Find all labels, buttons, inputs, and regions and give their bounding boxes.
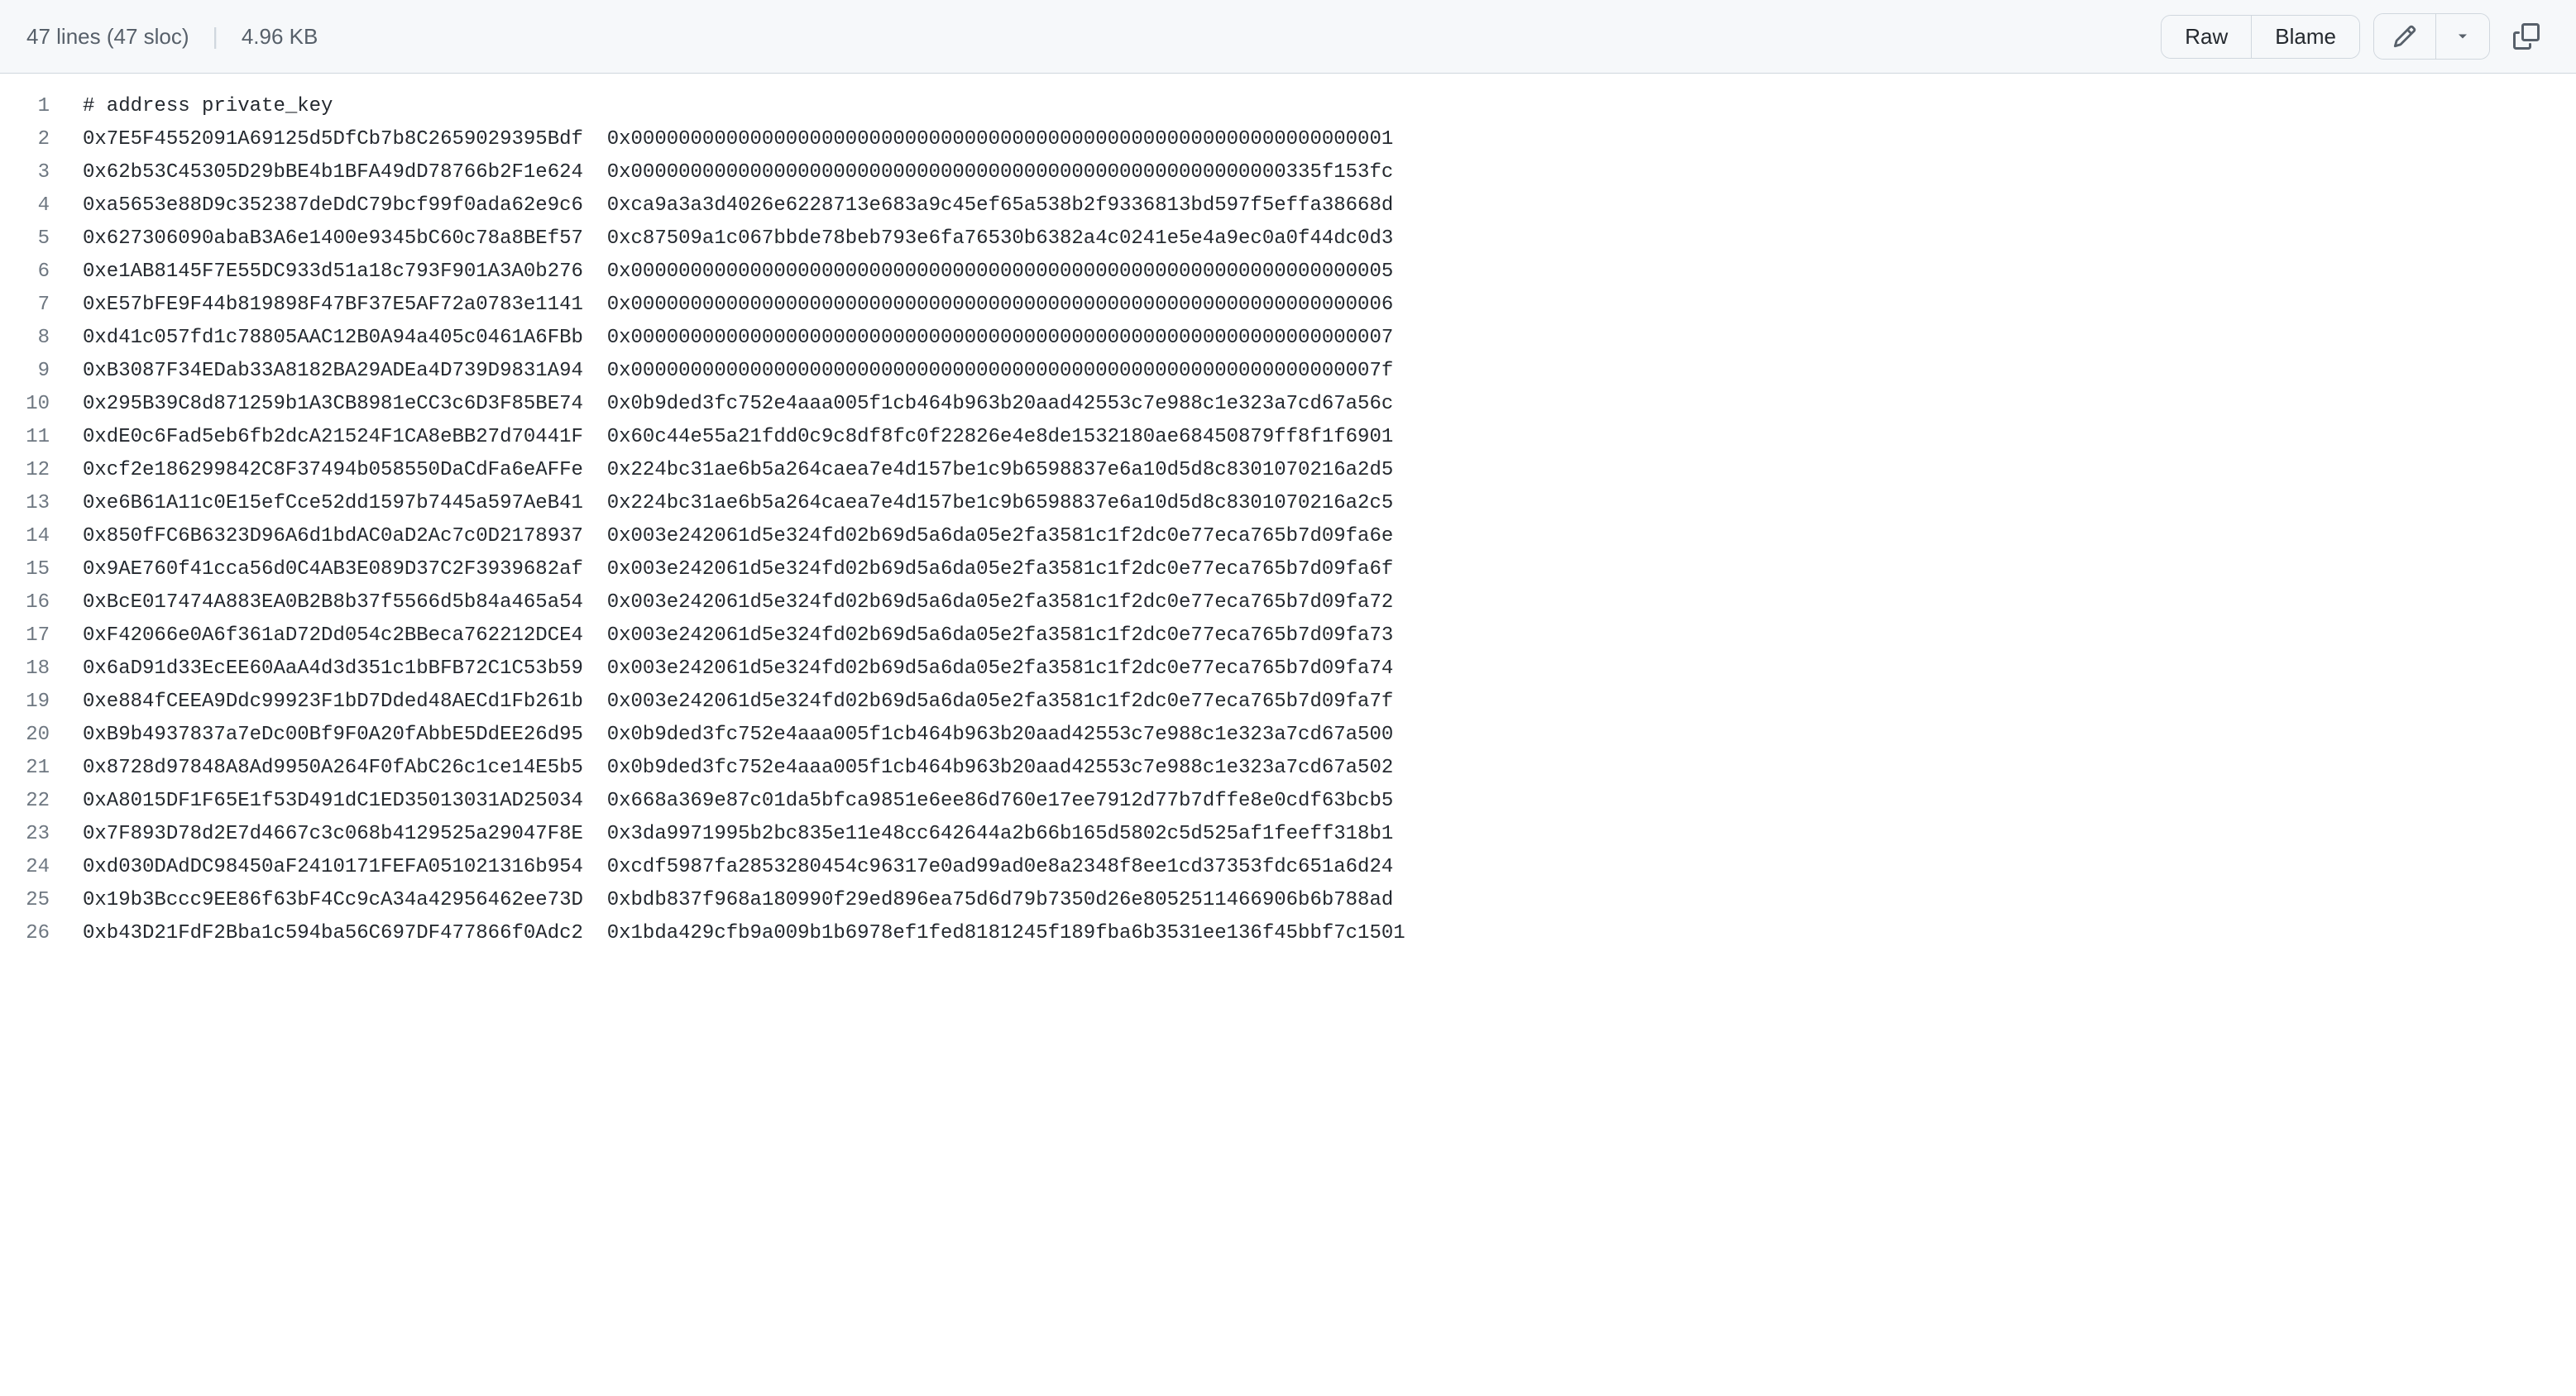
code-line: 0xd41c057fd1c78805AAC12B0A94a405c0461A6F… [83,322,2576,355]
code-line: 0x8728d97848A8Ad9950A264F0fAbC26c1ce14E5… [83,752,2576,785]
code-line: 0xe884fCEEA9Ddc99923F1bD7Dded48AECd1Fb26… [83,686,2576,719]
line-number[interactable]: 24 [0,851,66,884]
line-number[interactable]: 1 [0,90,66,123]
code-line: 0x7F893D78d2E7d4667c3c068b4129525a29047F… [83,818,2576,851]
lines-count: 47 lines (47 sloc) [26,24,189,50]
line-number[interactable]: 4 [0,189,66,222]
line-number[interactable]: 3 [0,156,66,189]
code-line: 0xBcE017474A883EA0B2B8b37f5566d5b84a465a… [83,586,2576,619]
copy-button[interactable] [2503,17,2550,56]
info-separator: | [213,23,218,50]
line-numbers-gutter: 1234567891011121314151617181920212223242… [0,74,83,967]
line-number[interactable]: 10 [0,388,66,421]
line-number[interactable]: 2 [0,123,66,156]
view-mode-group: Raw Blame [2161,15,2360,59]
code-line: 0xdE0c6Fad5eb6fb2dcA21524F1CA8eBB27d7044… [83,421,2576,454]
code-line: 0x19b3Bccc9EE86f63bF4Cc9cA34a42956462ee7… [83,884,2576,917]
line-number[interactable]: 15 [0,553,66,586]
code-line: 0xA8015DF1F65E1f53D491dC1ED35013031AD250… [83,785,2576,818]
more-actions-button[interactable] [2435,14,2489,59]
edit-group [2373,13,2490,60]
code-line: 0x6aD91d33EcEE60AaA4d3d351c1bBFB72C1C53b… [83,653,2576,686]
file-info: 47 lines (47 sloc) | 4.96 KB [26,23,318,50]
line-number[interactable]: 21 [0,752,66,785]
line-number[interactable]: 16 [0,586,66,619]
line-number[interactable]: 12 [0,454,66,487]
file-header: 47 lines (47 sloc) | 4.96 KB Raw Blame [0,0,2576,74]
code-line: 0xe1AB8145F7E55DC933d51a18c793F901A3A0b2… [83,256,2576,289]
code-line: 0x7E5F4552091A69125d5DfCb7b8C2659029395B… [83,123,2576,156]
code-line: 0xB9b4937837a7eDc00Bf9F0A20fAbbE5DdEE26d… [83,719,2576,752]
pencil-icon [2392,24,2417,49]
line-number[interactable]: 5 [0,222,66,256]
file-actions: Raw Blame [2161,13,2550,60]
code-line: 0xE57bFE9F44b819898F47BF37E5AF72a0783e11… [83,289,2576,322]
raw-button[interactable]: Raw [2162,16,2251,58]
line-number[interactable]: 6 [0,256,66,289]
file-size: 4.96 KB [242,24,318,50]
line-number[interactable]: 8 [0,322,66,355]
code-line: 0xd030DAdDC98450aF2410171FEFA051021316b9… [83,851,2576,884]
code-line: 0x62b53C45305D29bBE4b1BFA49dD78766b2F1e6… [83,156,2576,189]
edit-button[interactable] [2374,14,2435,59]
line-number[interactable]: 22 [0,785,66,818]
line-number[interactable]: 26 [0,917,66,950]
line-number[interactable]: 14 [0,520,66,553]
code-line: # address private_key [83,90,2576,123]
code-line: 0x627306090abaB3A6e1400e9345bC60c78a8BEf… [83,222,2576,256]
code-line: 0xB3087F34EDab33A8182BA29ADEa4D739D9831A… [83,355,2576,388]
line-number[interactable]: 7 [0,289,66,322]
copy-icon [2513,23,2540,50]
code-line: 0xa5653e88D9c352387deDdC79bcf99f0ada62e9… [83,189,2576,222]
code-line: 0xe6B61A11c0E15efCce52dd1597b7445a597AeB… [83,487,2576,520]
line-number[interactable]: 25 [0,884,66,917]
code-line: 0x850fFC6B6323D96A6d1bdAC0aD2Ac7c0D21789… [83,520,2576,553]
line-number[interactable]: 13 [0,487,66,520]
line-number[interactable]: 20 [0,719,66,752]
code-container: 1234567891011121314151617181920212223242… [0,74,2576,967]
line-number[interactable]: 17 [0,619,66,653]
line-number[interactable]: 23 [0,818,66,851]
code-line: 0x295B39C8d871259b1A3CB8981eCC3c6D3F85BE… [83,388,2576,421]
code-content: # address private_key0x7E5F4552091A69125… [83,74,2576,967]
code-line: 0x9AE760f41cca56d0C4AB3E089D37C2F3939682… [83,553,2576,586]
caret-down-icon [2454,28,2471,45]
blame-button[interactable]: Blame [2251,16,2359,58]
line-number[interactable]: 19 [0,686,66,719]
code-line: 0xcf2e186299842C8F37494b058550DaCdFa6eAF… [83,454,2576,487]
line-number[interactable]: 9 [0,355,66,388]
code-line: 0xF42066e0A6f361aD72Dd054c2BBeca762212DC… [83,619,2576,653]
line-number[interactable]: 11 [0,421,66,454]
code-line: 0xb43D21FdF2Bba1c594ba56C697DF477866f0Ad… [83,917,2576,950]
line-number[interactable]: 18 [0,653,66,686]
